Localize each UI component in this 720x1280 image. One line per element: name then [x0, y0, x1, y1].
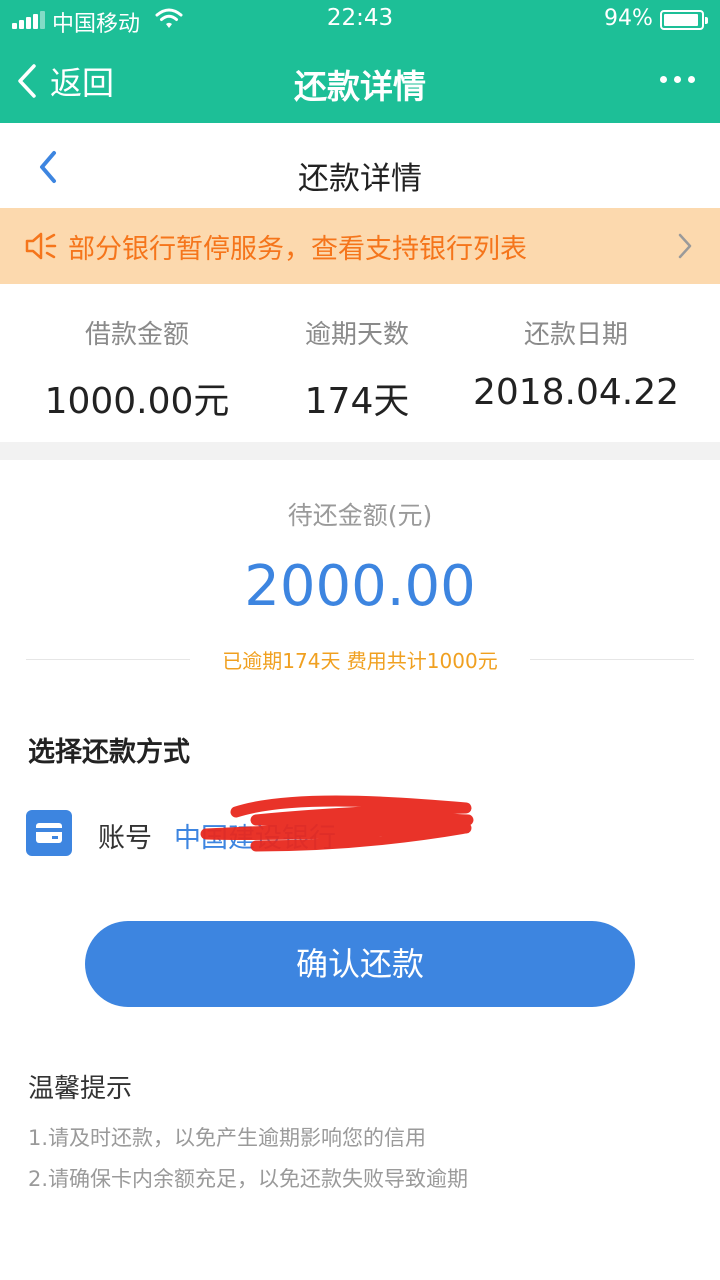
- battery-icon: [660, 10, 708, 30]
- redaction-scribble: [200, 795, 474, 852]
- speaker-icon: [25, 232, 57, 260]
- tips-title: 温馨提示: [28, 1074, 133, 1104]
- stat-value: 2018.04.22: [472, 372, 680, 413]
- stat-overdue-days: 逾期天数 174天: [237, 314, 477, 424]
- confirm-repayment-button[interactable]: 确认还款: [85, 921, 635, 1007]
- notice-text: 部分银行暂停服务，查看支持银行列表: [68, 234, 527, 265]
- nav-title: 还款详情: [294, 67, 426, 106]
- bank-notice-banner[interactable]: 部分银行暂停服务，查看支持银行列表: [0, 208, 720, 284]
- stat-label: 逾期天数: [304, 320, 409, 350]
- amount-due-label: 待还金额(元): [287, 501, 433, 530]
- overdue-note-text: 已逾期174天 费用共计1000元: [208, 649, 512, 673]
- stat-label: 借款金额: [84, 320, 189, 350]
- stat-label: 还款日期: [523, 320, 628, 350]
- section-divider: [0, 442, 720, 460]
- nav-bar: 返回 还款详情: [0, 40, 720, 123]
- status-bar: 中国移动 22:43 94%: [0, 0, 720, 40]
- stat-loan-amount: 借款金额 1000.00元: [17, 314, 257, 424]
- page-title: 还款详情: [298, 161, 422, 197]
- tip-item: 2.请确保卡内余额充足，以免还款失败导致逾期: [28, 1167, 469, 1191]
- bank-card-icon: [26, 810, 72, 856]
- battery-percent: 94%: [604, 6, 653, 31]
- account-label: 账号: [98, 823, 152, 854]
- more-menu-button[interactable]: [658, 64, 698, 94]
- amount-due-value: 2000.00: [244, 554, 476, 619]
- stat-value: 174天: [304, 381, 410, 422]
- loan-stats: 借款金额 1000.00元 逾期天数 174天 还款日期 2018.04.22: [0, 284, 720, 442]
- overdue-note: 已逾期174天 费用共计1000元: [0, 645, 720, 674]
- more-dots-icon: [660, 76, 667, 83]
- chevron-right-icon: [678, 233, 692, 259]
- app-header: 中国移动 22:43 94% 返回 还款详情: [0, 0, 720, 123]
- page-header: 还款详情: [0, 123, 720, 208]
- payment-method-title: 选择还款方式: [28, 737, 190, 768]
- stat-value: 1000.00元: [44, 381, 230, 422]
- tip-item: 1.请及时还款，以免产生逾期影响您的信用: [28, 1126, 427, 1150]
- stat-repay-date: 还款日期 2018.04.22: [456, 314, 696, 413]
